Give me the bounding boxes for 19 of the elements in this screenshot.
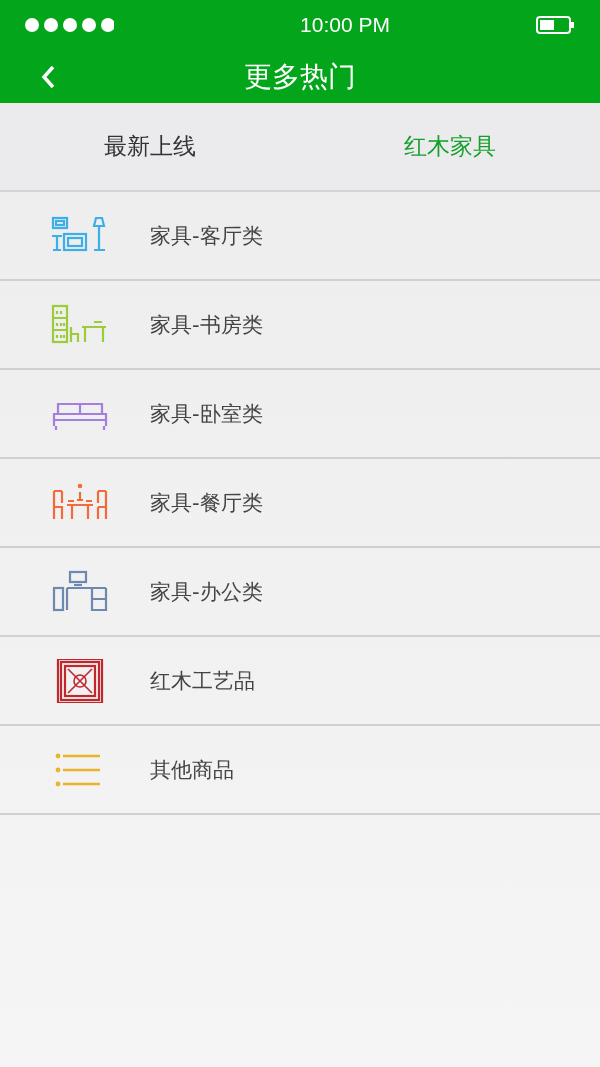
category-label: 家具-办公类 — [150, 578, 263, 606]
category-label: 家具-书房类 — [150, 311, 263, 339]
category-row[interactable]: 家具-书房类 — [0, 281, 600, 370]
category-row[interactable]: 家具-卧室类 — [0, 370, 600, 459]
status-time: 10:00 PM — [300, 13, 390, 37]
category-row[interactable]: 家具-客厅类 — [0, 192, 600, 281]
category-row[interactable]: 红木工艺品 — [0, 637, 600, 726]
category-label: 家具-卧室类 — [150, 400, 263, 428]
category-label: 红木工艺品 — [150, 667, 255, 695]
category-label: 家具-餐厅类 — [150, 489, 263, 517]
signal-icon — [24, 17, 114, 33]
battery-icon — [536, 15, 576, 35]
category-tab[interactable]: 最新上线 — [0, 103, 300, 190]
category-row[interactable]: 家具-办公类 — [0, 548, 600, 637]
page-title: 更多热门 — [244, 58, 356, 95]
category-row[interactable]: 其他商品 — [0, 726, 600, 815]
category-label: 其他商品 — [150, 756, 234, 784]
category-label: 家具-客厅类 — [150, 222, 263, 250]
category-row[interactable]: 家具-餐厅类 — [0, 459, 600, 548]
